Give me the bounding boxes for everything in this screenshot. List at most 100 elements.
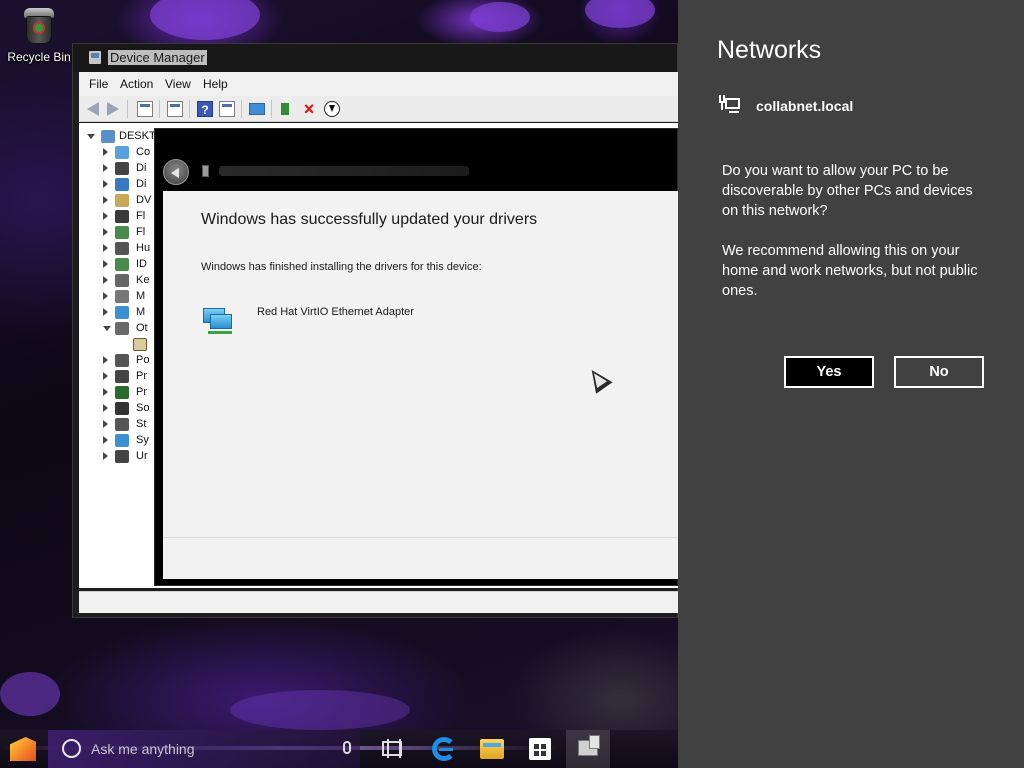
tree-item-label: Fl: [136, 226, 146, 238]
unknown-device-warning-icon: [133, 338, 147, 351]
expand-arrow-icon[interactable]: [103, 164, 108, 172]
device-category-icon: [115, 434, 129, 447]
expand-arrow-icon[interactable]: [103, 212, 108, 220]
device-category-icon: [115, 306, 129, 319]
microphone-icon[interactable]: [343, 741, 351, 754]
expand-arrow-icon[interactable]: [103, 260, 108, 268]
expand-arrow-icon[interactable]: [103, 404, 108, 412]
device-manager-icon: [89, 51, 101, 64]
tree-item-label: ID: [136, 258, 147, 270]
expand-arrow-icon[interactable]: [103, 436, 108, 444]
tree-item-label: Fl: [136, 210, 146, 222]
collapse-arrow-icon[interactable]: [87, 134, 95, 139]
tree-item-label: DV: [136, 194, 152, 206]
tree-item-label: Co: [136, 146, 151, 158]
device-category-icon: [115, 226, 129, 239]
menu-help[interactable]: Help: [203, 77, 228, 91]
ethernet-icon: [719, 95, 741, 115]
console-icon[interactable]: [167, 101, 183, 117]
tree-item-label: Hu: [136, 242, 151, 254]
dialog-footer: [163, 537, 679, 579]
tree-item-label: Di: [136, 162, 147, 174]
expand-arrow-icon[interactable]: [103, 148, 108, 156]
help-icon[interactable]: ?: [197, 101, 213, 117]
tree-item-label: M: [136, 306, 146, 318]
download-icon[interactable]: [324, 101, 340, 117]
device-manager-titlebar[interactable]: Device Manager: [73, 44, 677, 72]
tree-item-label: Pr: [136, 370, 147, 382]
file-explorer-icon[interactable]: [480, 739, 504, 759]
store-icon[interactable]: [529, 738, 551, 760]
menu-action[interactable]: Action: [120, 77, 153, 91]
toolbar-separator: [241, 100, 242, 118]
collapse-arrow-icon[interactable]: [103, 326, 111, 331]
back-button-icon[interactable]: [163, 159, 189, 185]
monitor-icon[interactable]: [249, 103, 265, 115]
toolbar-separator: [189, 100, 190, 118]
expand-arrow-icon[interactable]: [103, 388, 108, 396]
discoverable-question: Do you want to allow your PC to be disco…: [722, 163, 973, 219]
expand-arrow-icon[interactable]: [103, 276, 108, 284]
recycle-bin[interactable]: Recycle Bin: [4, 6, 74, 64]
expand-arrow-icon[interactable]: [103, 356, 108, 364]
device-category-icon: [115, 194, 129, 207]
cortana-icon: [62, 739, 81, 758]
properties-icon[interactable]: [137, 101, 153, 117]
forward-arrow-icon[interactable]: [107, 102, 119, 116]
device-category-icon: [115, 274, 129, 287]
device-category-icon: [115, 386, 129, 399]
tree-item-label: Ke: [136, 274, 150, 286]
taskbar: Ask me anything: [0, 730, 678, 768]
menu-file[interactable]: File: [89, 77, 108, 91]
wallpaper-splat: [585, 0, 655, 28]
device-category-icon: [115, 290, 129, 303]
expand-arrow-icon[interactable]: [103, 244, 108, 252]
expand-arrow-icon[interactable]: [103, 308, 108, 316]
device-category-icon: [115, 162, 129, 175]
device-category-icon: [115, 370, 129, 383]
toolbar-separator: [159, 100, 160, 118]
device-category-icon: [115, 146, 129, 159]
show-hidden-icon[interactable]: [219, 101, 235, 117]
expand-arrow-icon[interactable]: [103, 452, 108, 460]
update-driver-dialog[interactable]: Windows has successfully updated your dr…: [154, 128, 679, 586]
device-category-icon: [115, 418, 129, 431]
device-category-icon: [115, 450, 129, 463]
device-manager-taskbar-button[interactable]: [566, 730, 610, 768]
menu-bar: File Action View Help: [79, 72, 679, 96]
device-manager-taskbar-icon: [578, 735, 600, 756]
expand-arrow-icon[interactable]: [103, 420, 108, 428]
device-small-icon: [202, 165, 209, 177]
tree-item-label: Pr: [136, 386, 147, 398]
network-adapter-icon: [203, 308, 233, 334]
dialog-subtext: Windows has finished installing the driv…: [201, 261, 482, 273]
no-button[interactable]: No: [894, 356, 984, 388]
toolbar-separator: [127, 100, 128, 118]
tree-item-label: Sy: [136, 434, 149, 446]
back-arrow-icon[interactable]: [87, 102, 99, 116]
expand-arrow-icon[interactable]: [103, 196, 108, 204]
wallpaper-splat: [230, 690, 410, 730]
status-bar: [79, 591, 679, 613]
window-title: Device Manager: [108, 50, 207, 65]
device-category-icon: [115, 242, 129, 255]
recycle-bin-label: Recycle Bin: [7, 50, 71, 64]
network-name: collabnet.local: [756, 98, 854, 114]
device-category-icon: [115, 178, 129, 191]
expand-arrow-icon[interactable]: [103, 292, 108, 300]
task-view-icon[interactable]: [382, 739, 402, 758]
expand-arrow-icon[interactable]: [103, 228, 108, 236]
yes-button[interactable]: Yes: [784, 356, 874, 388]
uninstall-icon[interactable]: ×: [301, 100, 317, 118]
expand-arrow-icon[interactable]: [103, 180, 108, 188]
menu-view[interactable]: View: [165, 77, 191, 91]
expand-arrow-icon[interactable]: [103, 372, 108, 380]
cortana-search-box[interactable]: Ask me anything: [48, 730, 360, 768]
start-button-icon[interactable]: [10, 737, 36, 761]
discoverable-recommendation: We recommend allowing this on your home …: [722, 243, 978, 299]
networks-flyout: Networks collabnet.local Do you want to …: [678, 0, 1024, 768]
update-driver-icon[interactable]: [281, 101, 297, 117]
edge-browser-icon[interactable]: [432, 737, 456, 761]
tree-item-label: St: [136, 418, 147, 430]
device-category-icon: [115, 258, 129, 271]
